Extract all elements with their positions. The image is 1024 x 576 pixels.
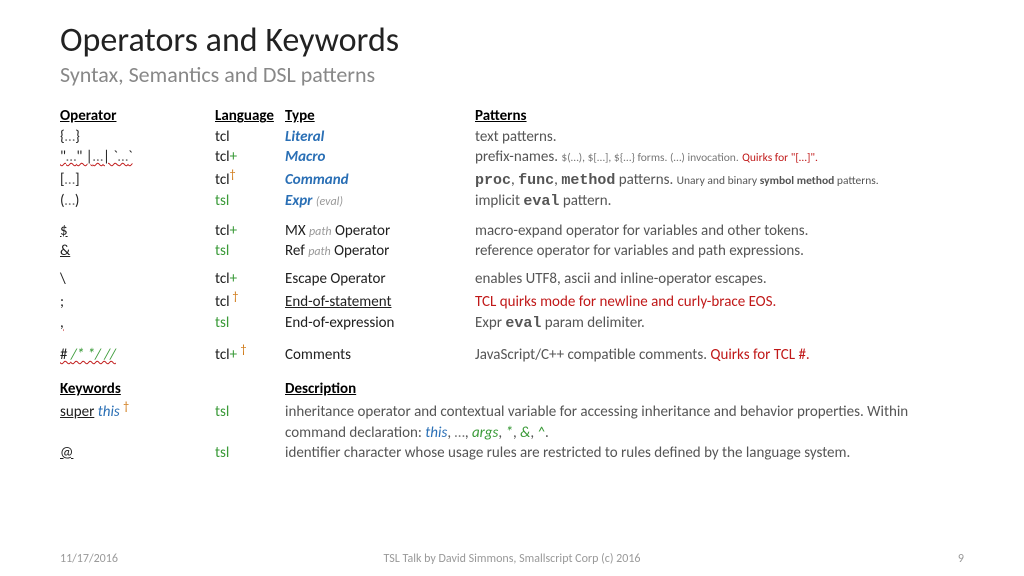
language-cell: tcl+ † xyxy=(215,342,285,365)
type-cell: Ref path Operator xyxy=(285,241,475,261)
col-description: Description xyxy=(285,379,964,399)
type-cell: Command xyxy=(285,170,475,190)
table-row: &tslRef path Operatorreference operator … xyxy=(60,241,964,261)
operator-cell: […] xyxy=(60,170,215,190)
language-cell: tcl+ xyxy=(215,269,285,289)
operator-cell: \ xyxy=(60,269,215,289)
table-row: \tcl+Escape Operatorenables UTF8, ascii … xyxy=(60,269,964,289)
table-row: super this †tslinheritance operator and … xyxy=(60,399,964,443)
operator-cell: {…} xyxy=(60,127,215,147)
table-row: […]tcl†Commandproc, func, method pattern… xyxy=(60,167,964,191)
col-keywords: Keywords xyxy=(60,379,215,399)
patterns-cell: JavaScript/C++ compatible comments. Quir… xyxy=(475,345,964,365)
patterns-cell: macro-expand operator for variables and … xyxy=(475,221,964,241)
operator-cell: ; xyxy=(60,292,215,312)
table-row: $tcl+MX path Operatormacro-expand operat… xyxy=(60,221,964,241)
keyword-cell: super this † xyxy=(60,399,215,422)
type-cell: Comments xyxy=(285,345,475,365)
operators-table: Operator Language Type Patterns {…}tclLi… xyxy=(60,106,964,365)
slide-footer: 11/17/2016 TSL Talk by David Simmons, Sm… xyxy=(60,552,964,566)
type-cell: Literal xyxy=(285,127,475,147)
footer-attribution: TSL Talk by David Simmons, Smallscript C… xyxy=(60,552,964,566)
slide-subtitle: Syntax, Semantics and DSL patterns xyxy=(60,61,964,88)
patterns-cell: implicit eval pattern. xyxy=(475,191,964,212)
operator-cell: & xyxy=(60,241,215,261)
patterns-cell: Expr eval param delimiter. xyxy=(475,313,964,334)
patterns-cell: reference operator for variables and pat… xyxy=(475,241,964,261)
table-row: ;tcl †End-of-statementTCL quirks mode fo… xyxy=(60,289,964,312)
patterns-cell: text patterns. xyxy=(475,127,964,147)
language-cell: tcl+ xyxy=(215,221,285,241)
table-header-row: Operator Language Type Patterns xyxy=(60,106,964,126)
patterns-cell: enables UTF8, ascii and inline-operator … xyxy=(475,269,964,289)
operator-cell: (…) xyxy=(60,191,215,211)
col-patterns: Patterns xyxy=(475,106,964,126)
type-cell: End-of-statement xyxy=(285,292,475,312)
language-cell: tsl xyxy=(215,191,285,211)
language-cell: tsl xyxy=(215,443,285,463)
language-cell: tcl† xyxy=(215,167,285,190)
type-cell: Escape Operator xyxy=(285,269,475,289)
slide-title: Operators and Keywords xyxy=(60,22,964,59)
table-row: "…" |…| `…`tcl+Macroprefix-names. $(…), … xyxy=(60,147,964,167)
language-cell: tsl xyxy=(215,241,285,261)
language-cell: tcl † xyxy=(215,289,285,312)
operator-cell: , xyxy=(60,313,215,333)
table-header-row: Keywords Description xyxy=(60,379,964,399)
table-row: # /* */ //tcl+ †CommentsJavaScript/C++ c… xyxy=(60,342,964,365)
col-language: Language xyxy=(215,106,285,126)
table-row: ,tslEnd-of-expressionExpr eval param del… xyxy=(60,313,964,334)
col-type: Type xyxy=(285,106,475,126)
type-cell: Expr (eval) xyxy=(285,191,475,211)
description-cell: inheritance operator and contextual vari… xyxy=(285,402,964,443)
table-row: {…}tclLiteraltext patterns. xyxy=(60,127,964,147)
language-cell: tsl xyxy=(215,402,285,422)
table-row: (…)tslExpr (eval)implicit eval pattern. xyxy=(60,191,964,212)
patterns-cell: prefix-names. $(…), $[…], ${…} forms. (…… xyxy=(475,147,964,167)
language-cell: tsl xyxy=(215,313,285,333)
description-cell: identifier character whose usage rules a… xyxy=(285,443,964,463)
patterns-cell: proc, func, method patterns. Unary and b… xyxy=(475,170,964,191)
col-operator: Operator xyxy=(60,106,215,126)
keyword-cell: @ xyxy=(60,443,215,463)
language-cell: tcl xyxy=(215,127,285,147)
keywords-table: Keywords Description super this †tslinhe… xyxy=(60,379,964,463)
patterns-cell: TCL quirks mode for newline and curly-br… xyxy=(475,292,964,312)
table-row: @tslidentifier character whose usage rul… xyxy=(60,443,964,463)
type-cell: End-of-expression xyxy=(285,313,475,333)
slide: Operators and Keywords Syntax, Semantics… xyxy=(0,0,1024,576)
type-cell: Macro xyxy=(285,147,475,167)
language-cell: tcl+ xyxy=(215,147,285,167)
operator-cell: "…" |…| `…` xyxy=(60,147,215,167)
type-cell: MX path Operator xyxy=(285,221,475,241)
operator-cell: # /* */ // xyxy=(60,345,215,365)
operator-cell: $ xyxy=(60,221,215,241)
